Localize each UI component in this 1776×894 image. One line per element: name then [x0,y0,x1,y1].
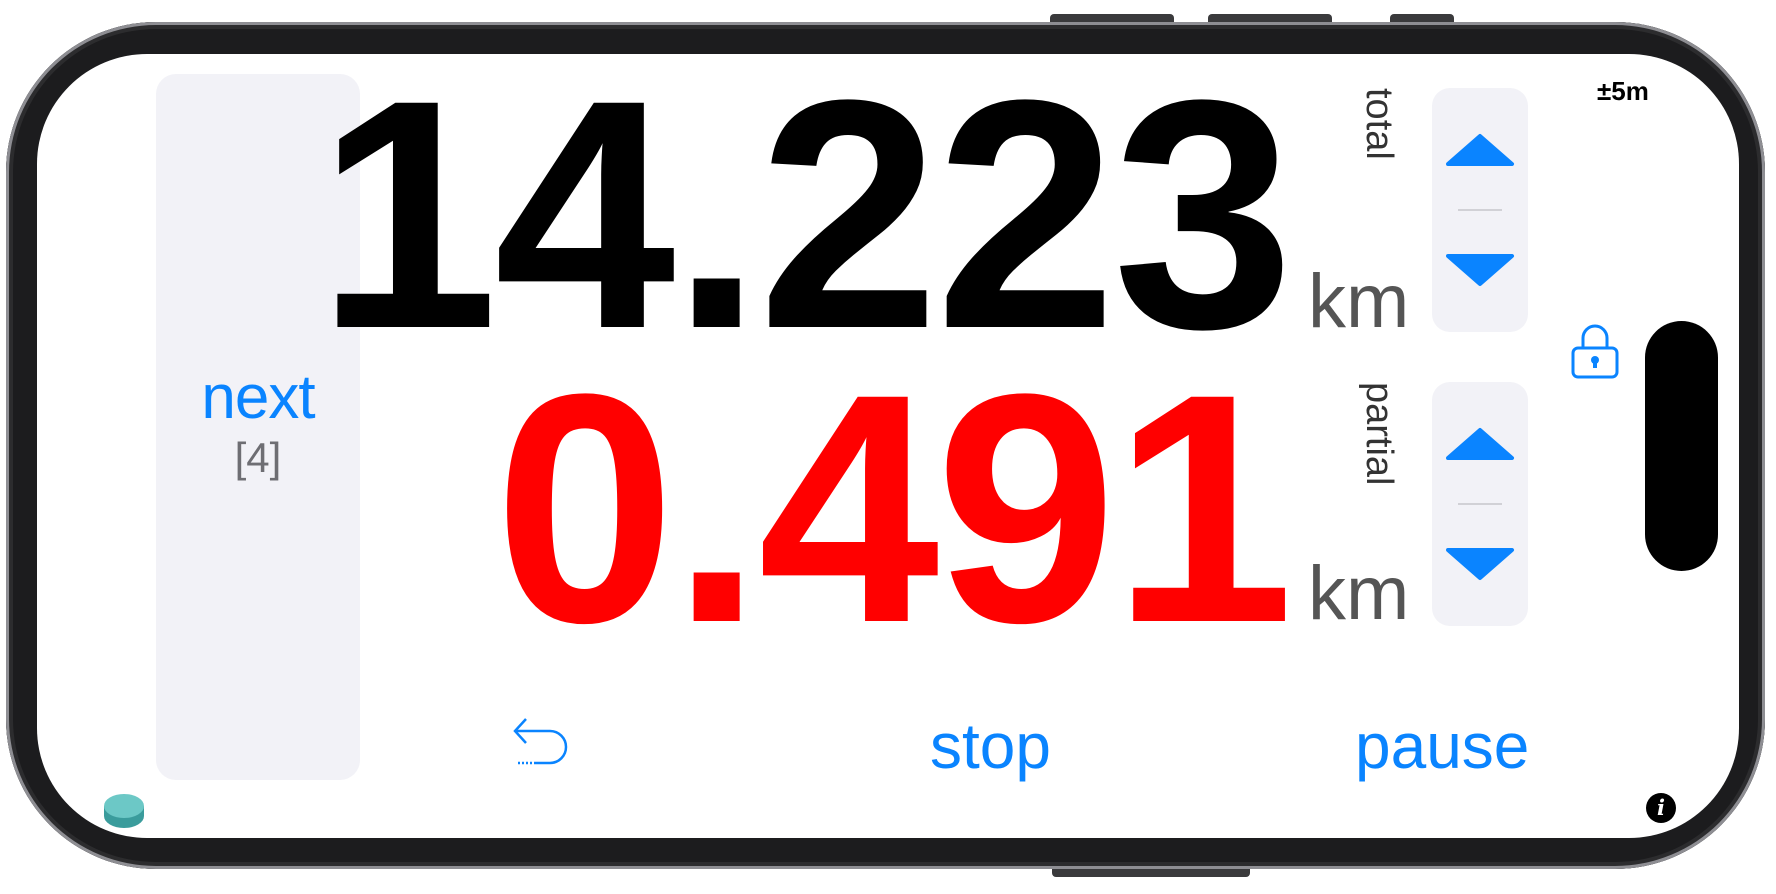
info-icon[interactable]: i [1646,793,1676,823]
partial-stepper [1432,382,1528,626]
partial-decrease-icon[interactable] [1444,544,1516,584]
gps-accuracy: ±5m [1597,76,1649,106]
lock-icon[interactable] [1570,322,1620,380]
partial-unit: km [1308,551,1410,636]
stepper-divider [1458,209,1502,211]
volume-up-button [1050,14,1174,22]
total-decrease-icon[interactable] [1444,250,1516,290]
partial-label: partial [1358,382,1400,486]
total-stepper [1432,88,1528,332]
action-button [1390,14,1454,22]
total-label: total [1358,88,1400,160]
stop-button[interactable]: stop [930,714,1051,778]
volume-down-button [1208,14,1332,22]
dynamic-island [1645,321,1718,571]
app-logo-icon [104,794,144,828]
stepper-divider [1458,503,1502,505]
pause-button[interactable]: pause [1355,714,1529,778]
next-count: [4] [234,434,282,481]
partial-increase-icon[interactable] [1444,424,1516,464]
power-button [1052,869,1250,877]
total-unit: km [1308,259,1410,344]
undo-icon[interactable] [512,715,578,771]
total-increase-icon[interactable] [1444,130,1516,170]
partial-distance-value: 0.491 [494,327,1294,691]
next-label: next [201,363,315,432]
